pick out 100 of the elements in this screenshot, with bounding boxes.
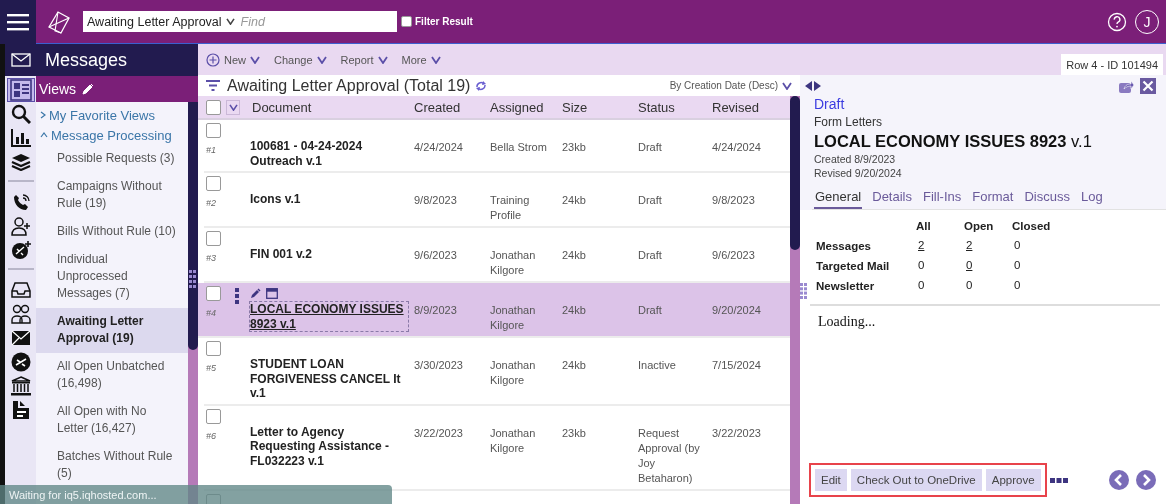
table-cell-text: 4/24/2024 [711, 140, 762, 155]
scrollbar[interactable] [790, 96, 800, 504]
column-header[interactable]: Size [560, 99, 636, 115]
table-cell-text: 24kb [561, 358, 587, 373]
previous-icon[interactable] [1109, 470, 1129, 490]
checkbox[interactable] [206, 99, 221, 115]
search-bar[interactable]: Awaiting Letter Approval Find [83, 11, 397, 32]
sidebar-item[interactable]: Batches Without Rule (5) [36, 443, 188, 488]
table-cell-text: 23kb [561, 425, 587, 441]
column-header[interactable]: Document [250, 99, 412, 115]
sidebar-item[interactable]: Campaigns Without Rule (19) [36, 173, 188, 218]
tab[interactable]: General [814, 189, 863, 209]
next-icon[interactable] [1136, 470, 1156, 490]
sidebar-item[interactable]: Individual Unprocessed Messages (7) [36, 246, 188, 308]
table-cell-text: 3/22/2023 [711, 425, 762, 441]
window-icon[interactable] [266, 288, 278, 299]
row-label: Messages [816, 239, 872, 252]
count-value: 0 [965, 279, 974, 291]
action-button[interactable]: Check Out to OneDrive [850, 469, 982, 491]
sidebar-item[interactable]: All Open with No Letter (16,427) [36, 398, 188, 443]
grip-icon[interactable] [800, 283, 807, 299]
sidebar-item[interactable]: Bills Without Rule (10) [36, 218, 188, 246]
report-icon[interactable] [11, 400, 30, 420]
select-menu-button[interactable] [226, 99, 240, 115]
table-cell-text: 7/15/2024 [711, 358, 762, 373]
column-header[interactable]: Assigned [488, 99, 560, 115]
action-button[interactable]: Edit [815, 469, 847, 491]
column-header[interactable]: Created [412, 99, 488, 115]
sidebar-item[interactable]: Awaiting Letter Approval (19) [36, 308, 188, 353]
table-row[interactable]: #2 Icons v.1 9/8/2023 Training Profile 24kb Draft 9/8/2023 [204, 173, 790, 228]
checkbox[interactable] [206, 176, 221, 191]
table-row[interactable]: #4 LOCAL ECONOMY ISSUES 8923 v.1 8/9/2023 Jonathan Kilgore 24kb Draft 9/20/2024 [198, 283, 790, 338]
table-cell-text: Request Approval (by Joy Betaharon) [637, 425, 701, 486]
document-name: Letter to Agency Requesting Assistance - FL032223 v.1 [250, 424, 390, 468]
chevron-down-icon [250, 55, 260, 64]
tab[interactable]: Discuss [1023, 189, 1071, 209]
tree-section[interactable]: Message Processing [36, 125, 188, 145]
checkbox[interactable] [401, 16, 412, 27]
table-cell-text: Bella Strom [489, 140, 548, 155]
tree-section[interactable]: My Favorite Views [36, 105, 188, 125]
row-number: #2 [206, 198, 217, 208]
row-label: Targeted Mail [816, 259, 891, 272]
more-icon[interactable] [1049, 477, 1068, 483]
document-name: STUDENT LOAN FORGIVENESS CANCEL It v.1 [250, 357, 402, 401]
chevron-down-icon [430, 55, 441, 64]
menu-icon[interactable] [7, 12, 29, 31]
grip-icon[interactable] [189, 270, 197, 288]
chevron-down-icon [377, 55, 388, 64]
checkbox[interactable] [206, 123, 221, 138]
row-number: #5 [206, 363, 217, 373]
column-header: All [915, 220, 932, 232]
chevron-down-icon [225, 18, 235, 25]
tab[interactable]: Format [971, 189, 1015, 209]
menu-button[interactable]: More [401, 52, 441, 67]
record-tab[interactable]: Row 4 - ID 101494 [1061, 54, 1163, 75]
pencil-icon[interactable] [82, 83, 95, 95]
close-icon[interactable] [1140, 78, 1156, 94]
table-cell-text: 24kb [561, 193, 587, 208]
chevron-down-icon [228, 103, 238, 111]
sidebar-item[interactable]: All Open Unbatched (16,498) [36, 353, 188, 398]
table-cell-text: Draft [637, 193, 663, 208]
tab[interactable]: Details [871, 189, 913, 209]
sort-dropdown[interactable]: By Creation Date (Desc) [669, 80, 792, 91]
table-row[interactable]: #1 100681 - 04-24-2024 Outreach v.1 4/24/2024 Bella Strom 23kb Draft 4/24/2024 [204, 120, 790, 173]
view-dropdown[interactable]: Awaiting Letter Approval [87, 14, 235, 29]
column-header[interactable]: Status [636, 99, 710, 115]
refresh-icon[interactable] [475, 80, 488, 91]
count-link[interactable]: 0 [962, 259, 1010, 271]
menu-button[interactable]: Change [274, 52, 327, 67]
row-number: #6 [206, 430, 217, 441]
column-header[interactable]: Revised [710, 99, 790, 115]
menu-button[interactable]: New [206, 52, 260, 67]
tab[interactable]: Fill-Ins [922, 189, 963, 209]
chevron-down-icon [782, 81, 792, 90]
help-icon[interactable] [1107, 11, 1127, 32]
envelope-icon[interactable] [10, 53, 31, 67]
document-link[interactable]: LOCAL ECONOMY ISSUES 8923 v.1 [250, 302, 408, 331]
count-link[interactable]: 2 [914, 239, 962, 251]
tab[interactable]: Log [1079, 189, 1104, 209]
sidebar-item[interactable]: Possible Requests (3) [36, 145, 188, 173]
checkbox[interactable] [206, 408, 221, 424]
checkbox[interactable] [206, 341, 221, 356]
filter-icon[interactable] [206, 80, 220, 91]
share-icon[interactable] [1118, 78, 1134, 94]
checkbox[interactable] [206, 286, 221, 301]
action-button[interactable]: Approve [985, 469, 1041, 491]
pencil-icon[interactable] [250, 288, 261, 299]
column-header: Closed [1011, 220, 1052, 232]
count-value: 0 [1013, 259, 1022, 271]
table-row[interactable]: #5 STUDENT LOAN FORGIVENESS CANCEL It v.1 3/30/2023 Jonathan Kilgore 24kb Inactive 7/15/2024 [204, 338, 790, 406]
revised-date: Revised 9/20/2024 [814, 167, 903, 179]
count-value: 0 [1013, 279, 1022, 291]
count-link[interactable]: 2 [962, 239, 1010, 251]
menu-button[interactable]: Report [340, 52, 388, 67]
table-cell-text: 9/6/2023 [413, 248, 458, 263]
table-cell-text: 3/30/2023 [413, 358, 464, 373]
drag-handle-icon[interactable] [235, 288, 239, 304]
checkbox[interactable] [206, 231, 221, 246]
row-number: #3 [206, 253, 217, 263]
left-right-arrows-icon[interactable] [805, 81, 821, 91]
